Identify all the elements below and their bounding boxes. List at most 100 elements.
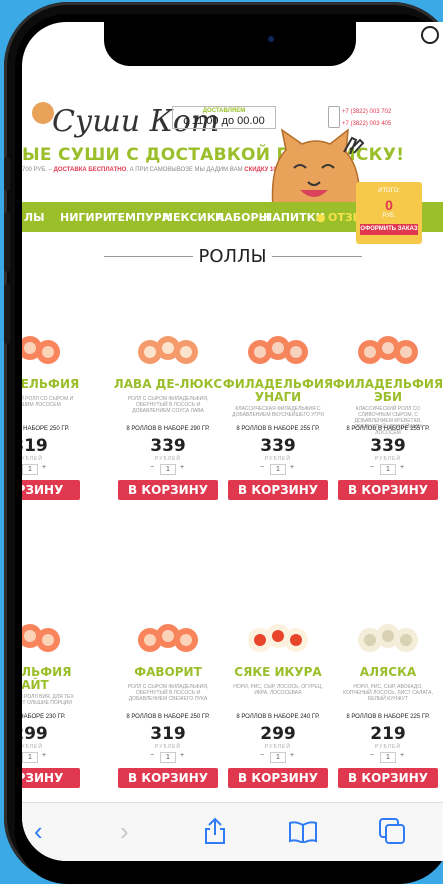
status-indicator-icon (421, 26, 439, 44)
chevron-right-icon: › (120, 816, 129, 846)
qty-input[interactable]: 1 (22, 464, 38, 475)
camera (268, 36, 274, 42)
add-to-cart-button[interactable]: В КОРЗИНУ (118, 480, 218, 500)
share-icon[interactable] (204, 817, 226, 845)
sushi-roll-image (138, 624, 198, 652)
quantity-stepper: −1 + (146, 752, 190, 763)
volume-up-button (4, 212, 10, 272)
qty-plus-button[interactable]: + (42, 464, 46, 471)
quantity-stepper: −1 + (366, 752, 410, 763)
qty-minus-button[interactable]: − (150, 752, 154, 759)
qty-input[interactable]: 1 (160, 752, 176, 763)
nav-item-rolls[interactable]: ЛЫ (24, 211, 45, 224)
product-name[interactable]: ФИЛАДЕЛЬФИЯ УНАГИ (222, 378, 334, 404)
qty-plus-button[interactable]: + (400, 752, 404, 759)
quantity-stepper: −1+ (22, 752, 52, 763)
qty-minus-button[interactable]: − (260, 752, 264, 759)
product-weight: РОЛЛОВ В НАБОРЕ 250 ГР. (22, 426, 70, 432)
qty-plus-button[interactable]: + (180, 752, 184, 759)
product-description: МИ ЛЮБИМЫЙ РОЛЛ ВИЯ, ДЛЯ ТЕХ КТО НЕ ЛЮБИ… (22, 694, 74, 706)
qty-plus-button[interactable]: + (290, 752, 294, 759)
nav-item-sets[interactable]: НАБОРЫ (215, 211, 270, 224)
product-description: ЖИ ЛЮБИМЫЙ РОЛЛ СО СЫРОМ И НЕЖНЕЙШИМ ЛОС… (22, 396, 74, 408)
product-name[interactable]: ЛАВА ДЕ-ЛЮКС (112, 378, 224, 391)
checkout-button[interactable]: ОФОРМИТЬ ЗАКАЗ (360, 224, 418, 235)
phone-link-1[interactable]: +7 (3822) 003 702 (342, 106, 391, 118)
product-name[interactable]: СЯКЕ ИКУРА (222, 666, 334, 679)
product-description: НОРИ, РИС, СЫР, ЛОСОСЬ, ОГУРЕЦ, ИКРА, ЛО… (233, 684, 323, 696)
phone-numbers: +7 (3822) 003 702 +7 (3822) 003 405 (342, 106, 391, 130)
product-price: 319 (22, 436, 48, 456)
delivery-prefix: 700 РУБ. – (22, 167, 54, 173)
section-heading: РОЛЛЫ (22, 246, 443, 267)
qty-plus-button[interactable]: + (180, 464, 184, 471)
product-weight: 8 РОЛЛОВ В НАБОРЕ 225 ГР. (346, 714, 430, 720)
quantity-stepper: −1 + (256, 464, 300, 475)
qty-input[interactable]: 1 (270, 464, 286, 475)
product-name[interactable]: ФИЛАДЕЛЬФИЯ ЭБИ (332, 378, 443, 404)
product-description: РОЛЛ С СЫРОМ ФИЛАДЕЛЬФИЯ, ОБЕРНУТЫЙ В ЛО… (127, 396, 209, 414)
product-currency: РУБЛЕЙ (22, 744, 43, 750)
tabs-icon[interactable] (378, 817, 406, 845)
product-price: 319 (150, 724, 186, 744)
product-name[interactable]: ИЛАДЕЛЬФИЯ (22, 378, 86, 391)
qty-plus-button[interactable]: + (42, 752, 46, 759)
cart-total-value: 0 (385, 197, 393, 213)
product-currency: РУБЛЕЙ (375, 744, 401, 750)
hours-caption: ДОСТАВЛЯЕМ (202, 108, 246, 114)
safari-toolbar: ‹ › (22, 802, 443, 861)
delivery-hours: ДОСТАВЛЯЕМ с 11.00 до 00.00 (172, 106, 276, 129)
add-to-cart-button[interactable]: В КОРЗИНУ (118, 768, 218, 788)
qty-plus-button[interactable]: + (400, 464, 404, 471)
qty-plus-button[interactable]: + (290, 464, 294, 471)
qty-minus-button[interactable]: − (260, 464, 264, 471)
cart-total-label: ИТОГО: (378, 188, 400, 194)
add-to-cart-button[interactable]: В КОРЗИНУ (338, 480, 438, 500)
product-price: 299 (22, 724, 48, 744)
section-title: РОЛЛЫ (192, 246, 273, 267)
product-price: 339 (150, 436, 186, 456)
nav-item-nigiri[interactable]: НИГИРИ (60, 211, 112, 224)
delivery-suffix: , А ПРИ САМОВЫВОЗЕ МЫ ДАДИМ ВАМ (126, 167, 245, 173)
heading-divider-right (266, 256, 362, 257)
product-price: 299 (260, 724, 296, 744)
product-name[interactable]: АЛЯСКА (332, 666, 443, 679)
quantity-stepper: −1 + (256, 752, 300, 763)
qty-input[interactable]: 1 (380, 752, 396, 763)
add-to-cart-button[interactable]: В КОРЗИНУ (228, 480, 328, 500)
product-name[interactable]: ІАДЕЛЬФИЯ ЛАЙТ (22, 666, 86, 692)
add-to-cart-button[interactable]: В КОРЗИНУ (338, 768, 438, 788)
sushi-roll-image (248, 336, 308, 364)
product-description: РОЛЛ С СЫРОМ ФИЛАДЕЛЬФИЯ, ОБЕРНУТЫЙ В ЛО… (127, 684, 209, 702)
qty-input[interactable]: 1 (160, 464, 176, 475)
web-page: Суши Кот ДОСТАВЛЯЕМ с 11.00 до 00.00 +7 … (22, 66, 443, 802)
product-weight: 8 РОЛЛОВ В НАБОРЕ 255 ГР. (346, 426, 430, 432)
notch (104, 22, 356, 66)
product-currency: РУБЛЕЙ (265, 456, 291, 462)
chevron-left-icon[interactable]: ‹ (34, 817, 43, 845)
add-to-cart-button[interactable]: КОРЗИНУ (22, 480, 80, 500)
qty-minus-button[interactable]: − (370, 464, 374, 471)
product-description: КЛАССИЧЕСКАЯ ФИЛАДЕЛЬФИЯ С ДОБАВЛЕНИЕМ В… (232, 406, 324, 418)
bookmarks-icon[interactable] (288, 821, 318, 843)
qty-minus-button[interactable]: − (370, 752, 374, 759)
add-to-cart-button[interactable]: КОРЗИНУ (22, 768, 80, 788)
qty-input[interactable]: 1 (270, 752, 286, 763)
quantity-stepper: −1 + (366, 464, 410, 475)
add-to-cart-button[interactable]: В КОРЗИНУ (228, 768, 328, 788)
mute-switch (4, 157, 10, 191)
sushi-roll-image (22, 624, 60, 652)
qty-input[interactable]: 1 (380, 464, 396, 475)
phone-screen: Суши Кот ДОСТАВЛЯЕМ с 11.00 до 00.00 +7 … (22, 22, 443, 861)
product-currency: РУБЛЕЙ (22, 456, 43, 462)
sushi-roll-image (22, 336, 60, 364)
qty-minus-button[interactable]: − (150, 464, 154, 471)
reviews-star-icon: ● (316, 211, 326, 224)
delivery-free: ДОСТАВКА БЕСПЛАТНО (53, 167, 127, 173)
product-weight: 8 РОЛЛОВ В НАБОРЕ 255 ГР. (236, 426, 320, 432)
cart-widget[interactable]: ИТОГО: 0 РУБ. ОФОРМИТЬ ЗАКАЗ (356, 182, 422, 244)
phone-icon (328, 106, 340, 128)
qty-input[interactable]: 1 (22, 752, 38, 763)
product-name[interactable]: ФАВОРИТ (112, 666, 224, 679)
product-currency: РУБЛЕЙ (375, 456, 401, 462)
